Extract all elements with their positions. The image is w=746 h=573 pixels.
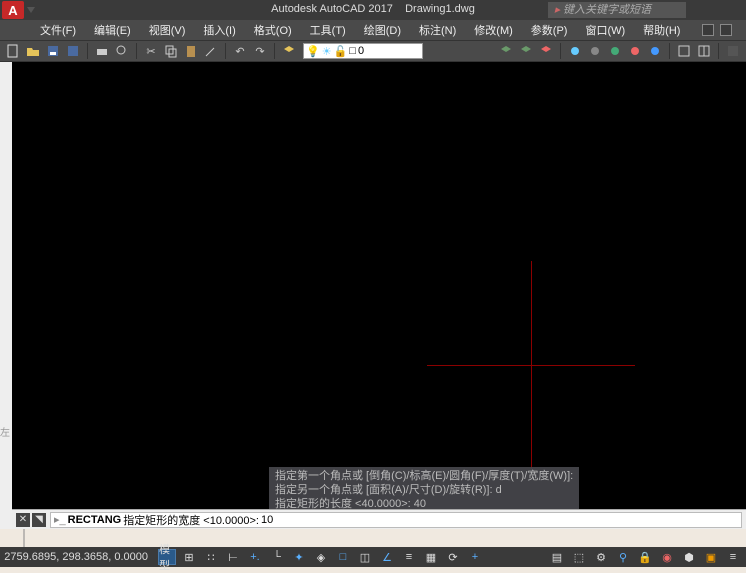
sun-icon: ☀	[322, 45, 332, 58]
open-icon[interactable]	[24, 42, 42, 60]
lock-ui-icon[interactable]: 🔒	[636, 549, 654, 565]
custom-icon[interactable]: ≡	[724, 549, 742, 565]
layer-lock2-icon[interactable]	[606, 42, 624, 60]
menu-window[interactable]: 窗口(W)	[577, 21, 633, 39]
status-model-button[interactable]: 模型	[158, 549, 176, 565]
paste-icon[interactable]	[182, 42, 200, 60]
print-mark-icon: □	[349, 45, 356, 57]
layer-iso-icon[interactable]	[537, 42, 555, 60]
search-arrow-icon: ▸	[554, 4, 560, 16]
copy-icon[interactable]	[162, 42, 180, 60]
menu-help[interactable]: 帮助(H)	[635, 21, 688, 39]
new-icon[interactable]	[4, 42, 22, 60]
cut-icon[interactable]: ✂	[142, 42, 160, 60]
cmd-input[interactable]	[261, 514, 301, 526]
menu-param[interactable]: 参数(P)	[523, 21, 576, 39]
search-placeholder: 键入关键字或短语	[563, 4, 651, 16]
layer-prev-icon[interactable]	[497, 42, 515, 60]
crosshair-vertical	[531, 261, 532, 469]
layer-current-icon[interactable]	[626, 42, 644, 60]
menu-modify[interactable]: 修改(M)	[466, 21, 521, 39]
iso-icon[interactable]: ◈	[312, 549, 330, 565]
app-logo[interactable]: A	[2, 1, 24, 19]
layer-state-icon[interactable]	[517, 42, 535, 60]
menu-edit[interactable]: 编辑(E)	[86, 21, 139, 39]
3dosnap-icon[interactable]: ◫	[356, 549, 374, 565]
quickprop-icon[interactable]: ▤	[548, 549, 566, 565]
cmd-history-line: 指定另一个角点或 [面积(A)/尺寸(D)/旋转(R)]: d	[275, 483, 573, 497]
command-history: 指定第一个角点或 [倒角(C)/标高(E)/圆角(F)/厚度(T)/宽度(W)]…	[269, 467, 579, 513]
lwt-icon[interactable]: ≡	[400, 549, 418, 565]
annoscale-icon[interactable]: ⚲	[614, 549, 632, 565]
app-name: Autodesk AutoCAD 2017	[271, 3, 393, 15]
isolate-icon[interactable]: ◉	[658, 549, 676, 565]
menu-view[interactable]: 视图(V)	[141, 21, 194, 39]
status-bar: 2759.6895, 298.3658, 0.0000 模型 ⊞ ∷ ⊢ +. …	[0, 547, 746, 567]
menu-tools[interactable]: 工具(T)	[302, 21, 354, 39]
cmd-close-icon[interactable]: ✕	[16, 513, 30, 527]
grid-toggle-icon[interactable]: ⊞	[180, 549, 198, 565]
menu-dim[interactable]: 标注(N)	[411, 21, 464, 39]
file-name: Drawing1.dwg	[405, 3, 475, 15]
match-icon[interactable]	[202, 42, 220, 60]
polar-icon[interactable]: ✦	[290, 549, 308, 565]
status-coords[interactable]: 2759.6895, 298.3658, 0.0000	[4, 551, 154, 563]
save-icon[interactable]	[44, 42, 62, 60]
workspace-icon[interactable]: ⚙	[592, 549, 610, 565]
menu-format[interactable]: 格式(O)	[246, 21, 300, 39]
transparency-icon[interactable]: ▦	[422, 549, 440, 565]
layer-combo[interactable]: 💡 ☀ 🔓 □ 0	[303, 43, 423, 59]
panel-toggle[interactable]	[702, 24, 714, 36]
panel-toggle[interactable]	[720, 24, 732, 36]
qat-btn[interactable]	[45, 5, 55, 15]
drawing-area[interactable]: Y X 指定第一个角点或 [倒角(C)/标高(E)/圆角(F)/厚度(T)/宽度…	[12, 62, 746, 529]
preview-icon[interactable]	[113, 42, 131, 60]
annomonitor-icon[interactable]: +	[466, 549, 484, 565]
window-title: Autodesk AutoCAD 2017 Drawing1.dwg	[271, 3, 475, 15]
cmd-prompt-text: 指定矩形的宽度 <10.0000>:	[123, 512, 259, 528]
menu-insert[interactable]: 插入(I)	[195, 21, 243, 39]
snap-toggle-icon[interactable]: ∷	[202, 549, 220, 565]
bulb-icon: 💡	[306, 45, 320, 58]
redo-icon[interactable]: ↷	[251, 42, 269, 60]
layer-off-icon[interactable]	[586, 42, 604, 60]
properties-icon[interactable]	[724, 42, 742, 60]
cmd-arrow-icon: ▸_	[54, 513, 66, 526]
osnap-icon[interactable]: □	[334, 549, 352, 565]
menu-file[interactable]: 文件(F)	[32, 21, 84, 39]
app-menu-dropdown-icon[interactable]	[27, 7, 35, 13]
cmd-history-line: 指定第一个角点或 [倒角(C)/标高(E)/圆角(F)/厚度(T)/宽度(W)]…	[275, 469, 573, 483]
otrack-icon[interactable]: ∠	[378, 549, 396, 565]
saveas-icon[interactable]	[64, 42, 82, 60]
cmd-active-name: RECTANG	[68, 514, 122, 526]
undo-icon[interactable]: ↶	[231, 42, 249, 60]
menu-draw[interactable]: 绘图(D)	[356, 21, 409, 39]
viewport-icon[interactable]	[675, 42, 693, 60]
command-line[interactable]: ✕ ◥ ▸_ RECTANG 指定矩形的宽度 <10.0000>:	[12, 509, 746, 529]
layer-match2-icon[interactable]	[646, 42, 664, 60]
ortho-icon[interactable]: └	[268, 549, 286, 565]
layer-freeze-icon[interactable]	[566, 42, 584, 60]
layer-name: 0	[358, 45, 364, 57]
units-icon[interactable]: ⬚	[570, 549, 588, 565]
plot-icon[interactable]	[93, 42, 111, 60]
qat-btn[interactable]	[63, 5, 73, 15]
layer-manager-icon[interactable]	[280, 42, 298, 60]
dyninput-icon[interactable]: +.	[246, 549, 264, 565]
hardware-icon[interactable]: ⬢	[680, 549, 698, 565]
left-dock-strip[interactable]	[0, 62, 12, 529]
infer-icon[interactable]: ⊢	[224, 549, 242, 565]
cycle-icon[interactable]: ⟳	[444, 549, 462, 565]
lock-icon: 🔓	[334, 45, 348, 58]
cmd-expand-icon[interactable]: ◥	[32, 513, 46, 527]
viewport2-icon[interactable]	[695, 42, 713, 60]
search-box[interactable]: ▸键入关键字或短语	[548, 2, 686, 18]
cleanscreen-icon[interactable]: ▣	[702, 549, 720, 565]
